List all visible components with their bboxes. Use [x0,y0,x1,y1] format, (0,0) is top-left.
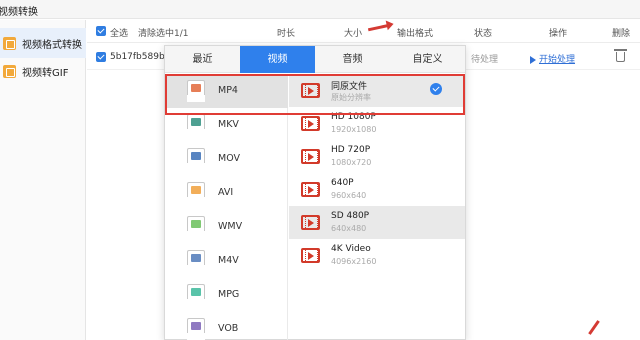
sidebar: 视频格式转换 视频转GIF [0,20,86,340]
wmv-file-icon: WMV [187,216,205,238]
format-label: VOB [218,323,239,334]
video-file-icon [301,116,320,131]
format-item-m4v[interactable]: M4V M4V [165,244,288,278]
format-label: MPG [218,289,240,300]
format-label: MP4 [218,85,238,96]
m4v-file-icon: M4V [187,250,205,272]
operation-column-header: 操作 [549,29,568,39]
video-file-icon [301,149,320,164]
tab-recent[interactable]: 最近 [165,46,240,73]
mpg-file-icon: MPG [187,284,205,306]
resolution-name: 640P [331,178,354,188]
mkv-file-icon: MKV [187,114,205,136]
duration-column-header: 时长 [277,29,296,39]
resolution-name: 4K Video [331,244,371,254]
format-label: MOV [218,153,241,164]
check-icon [430,83,442,95]
status-column-header: 状态 [474,29,493,39]
resolution-size: 1080x720 [331,158,372,167]
tab-audio[interactable]: 音频 [315,46,390,73]
sidebar-item-label: 视频转GIF [22,67,69,79]
video-convert-icon [3,36,16,50]
sidebar-item-video-to-gif[interactable]: 视频转GIF [0,56,86,86]
resolution-size: 1920x1080 [331,125,377,134]
video-file-icon [301,182,320,197]
format-item-avi[interactable]: AVI AVI [165,176,288,210]
gif-icon [3,64,16,78]
format-item-mp4[interactable]: MP4 MP4 [165,74,288,108]
resolution-item-4k[interactable]: 4K Video 4096x2160 [289,239,465,272]
resolution-list: 同原文件 原始分辨率 HD 1080P 1920x1080 HD 720P 10… [289,74,465,340]
output-format-column-header: 输出格式 [397,29,434,39]
video-file-icon [301,215,320,230]
format-item-mpg[interactable]: MPG MPG [165,278,288,312]
resolution-name: SD 480P [331,211,370,221]
output-format-popup: 最近 视频 音频 自定义 MP4 MP4 MKV MKV MOV MOV AVI… [164,45,466,340]
resolution-name: HD 720P [331,145,371,155]
tab-video[interactable]: 视频 [240,46,315,73]
file-status: 待处理 [471,55,499,65]
sidebar-item-label: 视频格式转换 [22,39,82,51]
file-list-header: 全选 清除选中1/1 时长 大小 输出格式 状态 操作 删除 [87,20,640,43]
sidebar-item-video-convert[interactable]: 视频格式转换 [0,28,86,58]
format-tabs: 最近 视频 音频 自定义 [165,46,465,73]
resolution-item-640p[interactable]: 640P 960x640 [289,173,465,206]
resolution-item-480p[interactable]: SD 480P 640x480 [289,206,465,239]
clear-selected-link[interactable]: 清除选中1/1 [138,26,189,39]
select-all-checkbox[interactable] [96,26,106,36]
video-file-icon [301,248,320,263]
format-list: MP4 MP4 MKV MKV MOV MOV AVI AVI WMV WMV … [165,74,288,340]
start-process-label: 开始处理 [539,55,576,65]
format-label: WMV [218,221,243,232]
resolution-size: 640x480 [331,224,367,233]
vob-file-icon: VOB [187,318,205,340]
format-item-wmv[interactable]: WMV WMV [165,210,288,244]
format-item-mov[interactable]: MOV MOV [165,142,288,176]
format-item-mkv[interactable]: MKV MKV [165,108,288,142]
tab-custom[interactable]: 自定义 [390,46,465,73]
format-label: MKV [218,119,239,130]
size-column-header: 大小 [344,29,363,39]
mov-file-icon: MOV [187,148,205,170]
select-all-label[interactable]: 全选 [110,26,128,39]
annotation-arrow [588,320,600,335]
resolution-name: 同原文件 [331,82,368,92]
resolution-name: HD 1080P [331,112,376,122]
resolution-item-1080p[interactable]: HD 1080P 1920x1080 [289,107,465,140]
resolution-size: 原始分辨率 [331,93,371,102]
resolution-item-720p[interactable]: HD 720P 1080x720 [289,140,465,173]
mp4-file-icon: MP4 [187,80,205,102]
format-label: M4V [218,255,239,266]
resolution-size: 960x640 [331,191,367,200]
resolution-item-original[interactable]: 同原文件 原始分辨率 [289,74,465,107]
avi-file-icon: AVI [187,182,205,204]
title-bar: 视频转换 [0,0,640,19]
window-title: 视频转换 [0,7,38,18]
trash-icon[interactable] [614,49,627,62]
format-item-vob[interactable]: VOB VOB [165,312,288,340]
file-checkbox[interactable] [96,52,106,62]
play-icon [530,55,536,64]
resolution-size: 4096x2160 [331,257,377,266]
video-file-icon [301,83,320,98]
start-process-button[interactable]: 开始处理 [530,52,575,65]
format-label: AVI [218,187,234,198]
delete-column-header: 删除 [612,29,631,39]
